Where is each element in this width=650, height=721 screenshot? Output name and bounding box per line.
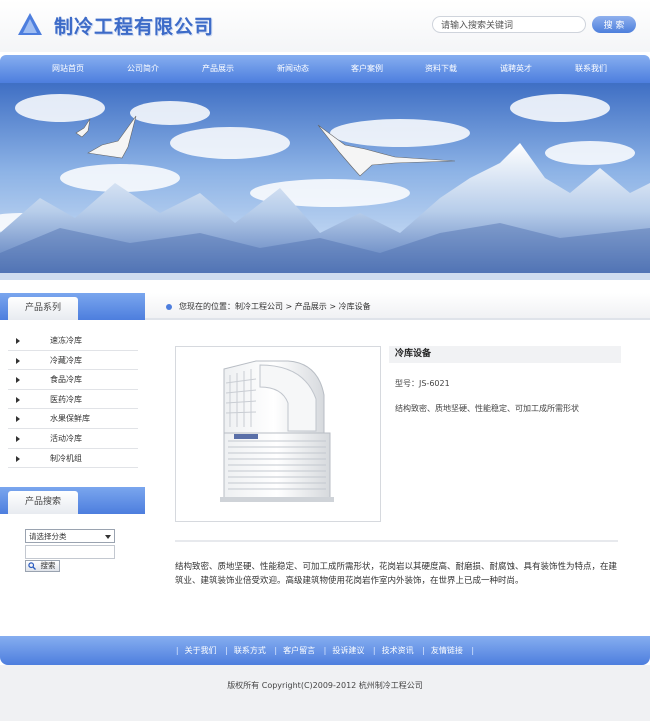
sidebar-search-heading: 产品搜索: [8, 491, 78, 514]
nav-item-about[interactable]: 公司简介: [106, 55, 180, 83]
sidebar-item-fruit[interactable]: 水果保鲜库: [8, 409, 138, 429]
footer-nav: | 关于我们 | 联系方式 | 客户留言 | 投诉建议 | 技术资讯 | 友情链接 |: [0, 636, 650, 665]
sidebar-search-button[interactable]: 搜索: [25, 560, 60, 572]
search-icon: [28, 562, 36, 570]
nav-item-downloads[interactable]: 资料下载: [404, 55, 478, 83]
arrow-right-icon: [16, 435, 20, 442]
product-description: 结构致密、质地坚硬、性能稳定、可加工成所需形状，花岗岩以其硬度高、耐磨损、耐腐蚀…: [175, 562, 618, 586]
main-nav: 网站首页 公司简介 产品展示 新闻动态 客户案例 资料下载 诚聘英才 联系我们: [0, 55, 650, 83]
sidebar-item-medical[interactable]: 医药冷库: [8, 390, 138, 410]
footer-link-friends[interactable]: 友情链接: [431, 646, 463, 655]
category-select[interactable]: 请选择分类: [25, 529, 115, 543]
footer-link-tech[interactable]: 技术资讯: [382, 646, 414, 655]
product-model: 型号：JS-6021: [395, 379, 450, 388]
nav-item-contact[interactable]: 联系我们: [554, 55, 628, 83]
page: 制冷工程有限公司 搜 索 网站首页 公司简介 产品展示 新闻动态 客户案例 资料…: [0, 0, 650, 721]
header: 制冷工程有限公司 搜 索: [0, 0, 650, 52]
bottom-area: [0, 665, 650, 721]
chevron-down-icon: [105, 535, 111, 539]
nav-item-jobs[interactable]: 诚聘英才: [479, 55, 553, 83]
nav-item-cases[interactable]: 客户案例: [330, 55, 404, 83]
nav-item-products[interactable]: 产品展示: [181, 55, 255, 83]
search-button[interactable]: 搜 索: [592, 16, 636, 33]
sidebar-item-quick-freeze[interactable]: 速冻冷库: [8, 331, 138, 351]
copyright: 版权所有 Copyright(C)2009-2012 杭州制冷工程公司: [227, 681, 423, 690]
arrow-right-icon: [16, 455, 20, 462]
sidebar-search-header: 产品搜索: [0, 487, 145, 514]
nav-item-news[interactable]: 新闻动态: [256, 55, 330, 83]
banner-image: [0, 83, 650, 280]
arrow-right-icon: [16, 416, 20, 423]
footer-link-complaints[interactable]: 投诉建议: [332, 646, 364, 655]
product-image: [175, 346, 381, 522]
logo-text[interactable]: 制冷工程有限公司: [54, 12, 214, 39]
arrow-right-icon: [16, 338, 20, 344]
sidebar-product-list: 速冻冷库 冷藏冷库 食品冷库 医药冷库 水果保鲜库 活动冷库 制冷机组: [8, 331, 138, 469]
sidebar-item-refrigerated[interactable]: 冷藏冷库: [8, 351, 138, 371]
sidebar-item-mobile[interactable]: 活动冷库: [8, 429, 138, 449]
sidebar-item-units[interactable]: 制冷机组: [8, 449, 138, 469]
footer-link-contact[interactable]: 联系方式: [234, 646, 266, 655]
breadcrumb: 您现在的位置：制冷工程公司 > 产品展示 > 冷库设备: [145, 293, 650, 320]
keyword-input[interactable]: [25, 545, 115, 559]
sidebar-products-header: 产品系列: [0, 293, 145, 320]
divider: [175, 540, 618, 542]
logo-triangle-icon: [18, 13, 42, 35]
product-title: 冷库设备: [389, 346, 621, 363]
air-cooler-image: [220, 360, 334, 502]
sidebar-item-food[interactable]: 食品冷库: [8, 370, 138, 390]
arrow-right-icon: [16, 357, 20, 364]
search-input[interactable]: [432, 16, 586, 33]
arrow-right-icon: [16, 396, 20, 403]
footer-link-guestbook[interactable]: 客户留言: [283, 646, 315, 655]
bullet-icon: [166, 304, 172, 310]
arrow-right-icon: [16, 377, 20, 384]
sidebar-products-heading: 产品系列: [8, 297, 78, 320]
nav-item-home[interactable]: 网站首页: [31, 55, 105, 83]
breadcrumb-text: 您现在的位置：制冷工程公司 > 产品展示 > 冷库设备: [179, 302, 371, 311]
footer-link-about[interactable]: 关于我们: [185, 646, 217, 655]
product-short-desc: 结构致密、质地坚硬、性能稳定、可加工成所需形状: [395, 404, 579, 413]
